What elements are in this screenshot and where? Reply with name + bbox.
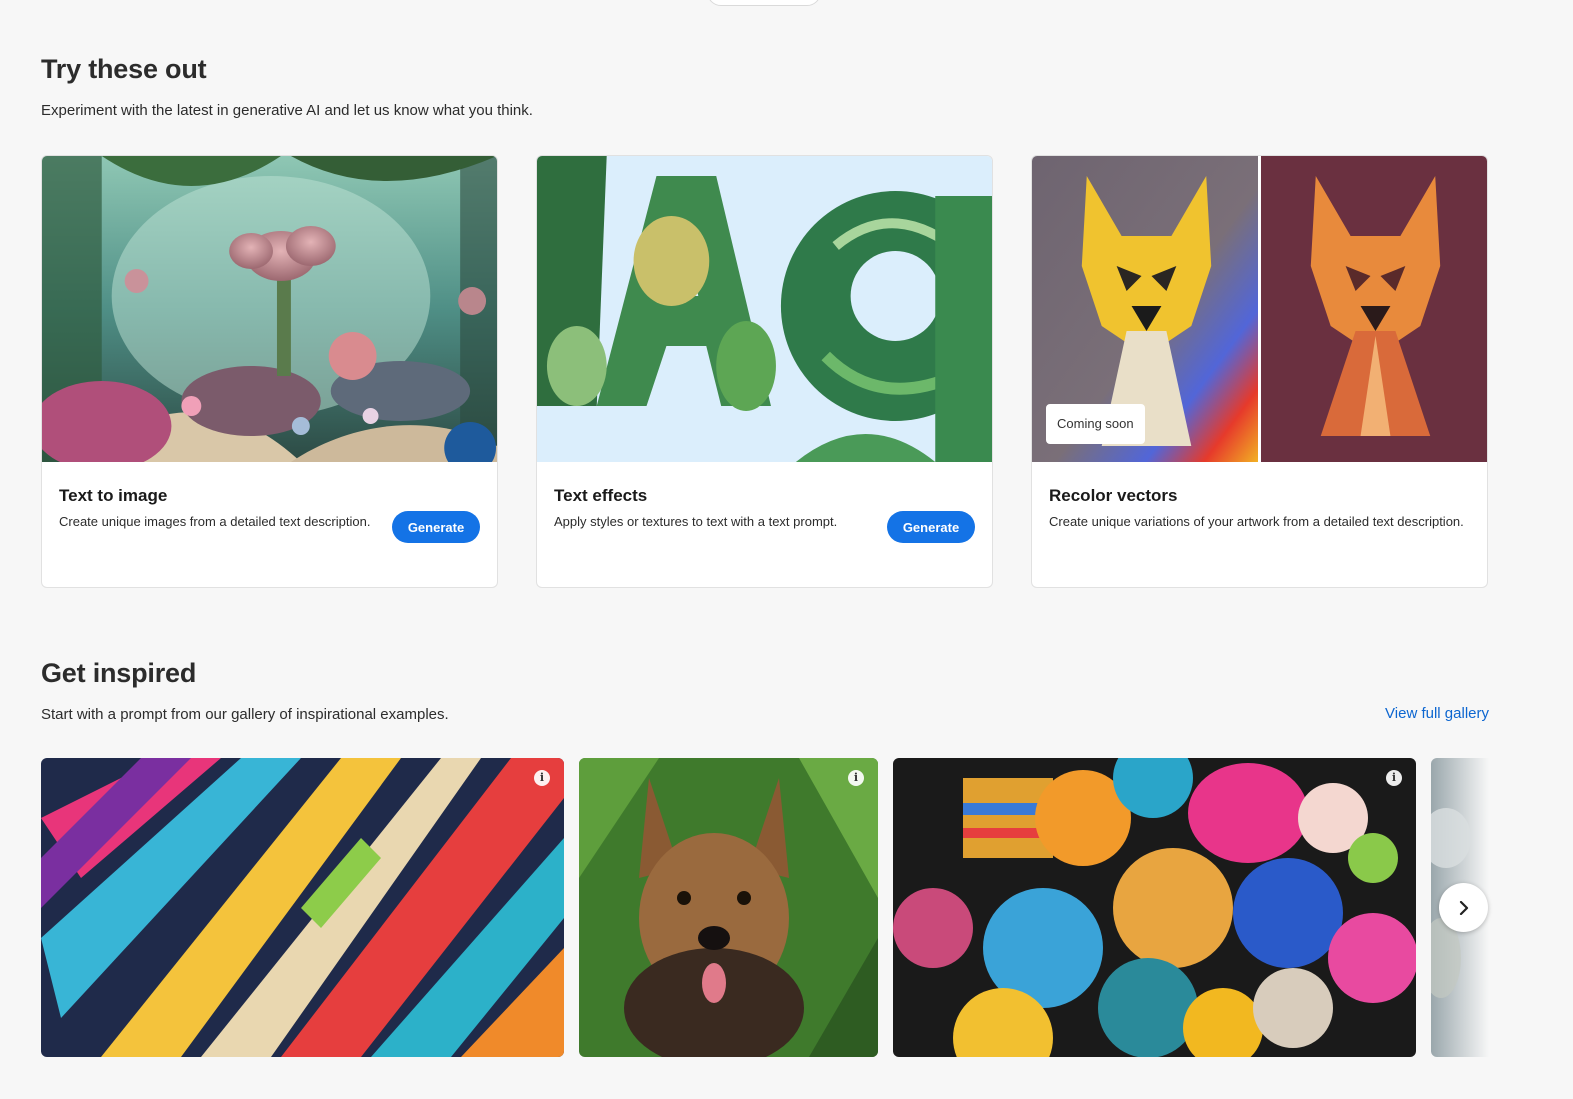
generate-button[interactable]: Generate: [392, 511, 480, 543]
inspired-section-title: Get inspired: [41, 658, 197, 688]
info-icon[interactable]: i: [848, 770, 864, 786]
inspired-section-subtitle: Start with a prompt from our gallery of …: [41, 706, 449, 723]
inspiration-gallery: i i i: [41, 758, 1489, 1057]
try-section-subtitle: Experiment with the latest in generative…: [41, 102, 533, 119]
card-title: Text to image: [59, 486, 168, 505]
card-text-effects[interactable]: Text effects Apply styles or textures to…: [536, 155, 993, 588]
card-description: Create unique images from a detailed tex…: [59, 514, 371, 529]
card-title: Recolor vectors: [1049, 486, 1178, 505]
top-pill-button[interactable]: [707, 0, 821, 6]
view-full-gallery-link[interactable]: View full gallery: [1385, 705, 1489, 722]
coming-soon-badge: Coming soon: [1046, 404, 1145, 444]
gallery-item[interactable]: i: [41, 758, 564, 1057]
card-title: Text effects: [554, 486, 648, 505]
card-description: Create unique variations of your artwork…: [1049, 514, 1464, 529]
try-section-title: Try these out: [41, 54, 207, 84]
card-description: Apply styles or textures to text with a …: [554, 514, 838, 529]
card-recolor-vectors[interactable]: Coming soon Recolor vectors Create uniqu…: [1031, 155, 1488, 588]
generate-button[interactable]: Generate: [887, 511, 975, 543]
info-icon[interactable]: i: [534, 770, 550, 786]
card-text-to-image[interactable]: Text to image Create unique images from …: [41, 155, 498, 588]
terrier-in-ferns-image: [579, 758, 878, 1057]
fantasy-garden-image: [42, 156, 497, 462]
chevron-right-icon: [1459, 900, 1468, 915]
colorful-spheres-image: [893, 758, 1416, 1057]
gallery-item[interactable]: i: [579, 758, 878, 1057]
abstract-ribbons-image: [41, 758, 564, 1057]
info-icon[interactable]: i: [1386, 770, 1402, 786]
gallery-item[interactable]: i: [893, 758, 1416, 1057]
gallery-next-button[interactable]: [1439, 883, 1488, 932]
leafy-letters-image: [537, 156, 992, 462]
